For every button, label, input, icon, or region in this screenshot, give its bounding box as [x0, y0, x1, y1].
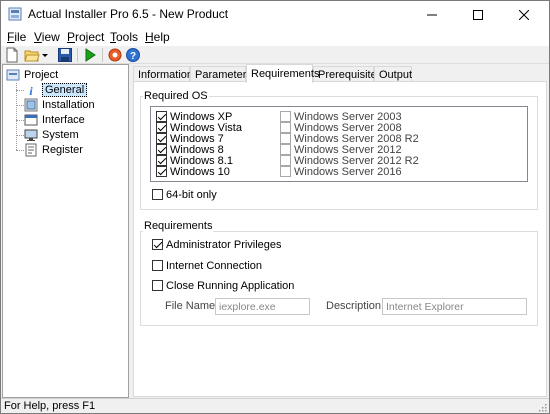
tree-item-project[interactable]: Project — [6, 67, 58, 82]
tab-prerequisites[interactable]: Prerequisites — [313, 66, 382, 82]
menu-view[interactable]: View — [34, 30, 60, 44]
os-windows-10-checkbox[interactable]: Windows 10 — [156, 166, 230, 178]
os-server-2008-checkbox[interactable]: Windows Server 2008 — [280, 122, 402, 134]
os-server-2012-checkbox[interactable]: Windows Server 2012 — [280, 144, 402, 156]
status-text: For Help, press F1 — [4, 400, 96, 412]
administrator-privileges-checkbox[interactable]: Administrator Privileges — [152, 239, 282, 251]
tree-item-label: General — [42, 82, 88, 97]
dropdown-arrow-icon[interactable] — [41, 47, 49, 63]
tree-item-interface[interactable]: Interface — [24, 112, 85, 127]
tree-item-register[interactable]: Register — [24, 142, 83, 157]
os-windows-8-checkbox[interactable]: Windows 8 — [156, 144, 224, 156]
toolbar: ? — [1, 46, 549, 64]
close-running-application-checkbox[interactable]: Close Running Application — [152, 280, 294, 292]
os-windows-vista-checkbox[interactable]: Windows Vista — [156, 122, 242, 134]
maximize-button[interactable] — [455, 1, 501, 28]
tab-output[interactable]: Output — [374, 66, 412, 82]
new-file-icon[interactable] — [4, 47, 20, 63]
os-windows-7-checkbox[interactable]: Windows 7 — [156, 133, 224, 145]
menu-help[interactable]: Help — [145, 30, 170, 44]
tree-item-label: Interface — [42, 113, 85, 126]
title-bar[interactable]: Actual Installer Pro 6.5 - New Product — [1, 1, 549, 28]
tree-item-label: Project — [24, 68, 59, 81]
file-name-label: File Name: — [165, 300, 219, 312]
project-tree[interactable]: Project i General Installation Interface — [2, 64, 129, 398]
os-windows-8-1-checkbox[interactable]: Windows 8.1 — [156, 155, 233, 167]
internet-connection-checkbox[interactable]: Internet Connection — [152, 260, 262, 272]
tree-item-system[interactable]: System — [24, 127, 79, 142]
file-name-field[interactable]: iexplore.exe — [215, 298, 310, 315]
os-windows-xp-checkbox[interactable]: Windows XP — [156, 111, 232, 123]
resize-grip-icon[interactable] — [537, 402, 547, 412]
os-server-2003-checkbox[interactable]: Windows Server 2003 — [280, 111, 402, 123]
svg-text:?: ? — [130, 51, 136, 62]
svg-text:i: i — [29, 84, 33, 97]
tab-information[interactable]: Information — [133, 66, 193, 82]
build-icon[interactable] — [107, 47, 123, 63]
close-icon — [519, 9, 529, 20]
tree-item-installation[interactable]: Installation — [24, 97, 95, 112]
window-title: Actual Installer Pro 6.5 - New Product — [28, 7, 229, 21]
tree-item-general[interactable]: i General — [24, 82, 88, 97]
installation-icon — [24, 98, 38, 111]
description-field[interactable]: Internet Explorer — [382, 298, 527, 315]
tab-requirements[interactable]: Requirements — [246, 64, 319, 83]
required-os-title: Required OS — [143, 90, 209, 102]
help-icon[interactable]: ? — [125, 47, 141, 63]
tab-parameters[interactable]: Parameters — [190, 66, 252, 82]
requirements-title: Requirements — [143, 220, 214, 232]
interface-icon — [24, 114, 38, 125]
description-label: Description: — [326, 300, 385, 312]
run-icon[interactable] — [82, 47, 98, 63]
minimize-icon — [427, 14, 437, 15]
menu-project[interactable]: Project — [67, 30, 104, 44]
register-icon — [25, 143, 37, 156]
toolbar-separator — [102, 48, 103, 62]
project-icon — [6, 69, 20, 80]
open-folder-icon[interactable] — [24, 47, 40, 63]
status-bar: For Help, press F1 — [1, 398, 549, 413]
tree-item-label: Register — [42, 143, 83, 156]
menu-tools[interactable]: Tools — [110, 30, 138, 44]
close-button[interactable] — [501, 1, 547, 28]
os-server-2008-r2-checkbox[interactable]: Windows Server 2008 R2 — [280, 133, 419, 145]
toolbar-separator — [77, 48, 78, 62]
app-window: Actual Installer Pro 6.5 - New Product F… — [0, 0, 550, 414]
maximize-icon — [473, 9, 483, 20]
tree-item-label: Installation — [42, 98, 95, 111]
os-server-2016-checkbox[interactable]: Windows Server 2016 — [280, 166, 402, 178]
tree-item-label: System — [42, 128, 79, 141]
system-icon — [24, 129, 38, 141]
app-icon — [8, 7, 22, 21]
save-icon[interactable] — [57, 47, 73, 63]
os-server-2012-r2-checkbox[interactable]: Windows Server 2012 R2 — [280, 155, 419, 167]
minimize-button[interactable] — [409, 1, 455, 28]
menu-bar: File View Project Tools Help — [1, 28, 549, 46]
os-list[interactable]: Windows XP Windows Vista Windows 7 Windo… — [150, 106, 528, 182]
menu-file[interactable]: File — [7, 30, 26, 44]
64-bit-only-checkbox[interactable]: 64-bit only — [152, 189, 217, 201]
info-icon: i — [29, 84, 33, 97]
